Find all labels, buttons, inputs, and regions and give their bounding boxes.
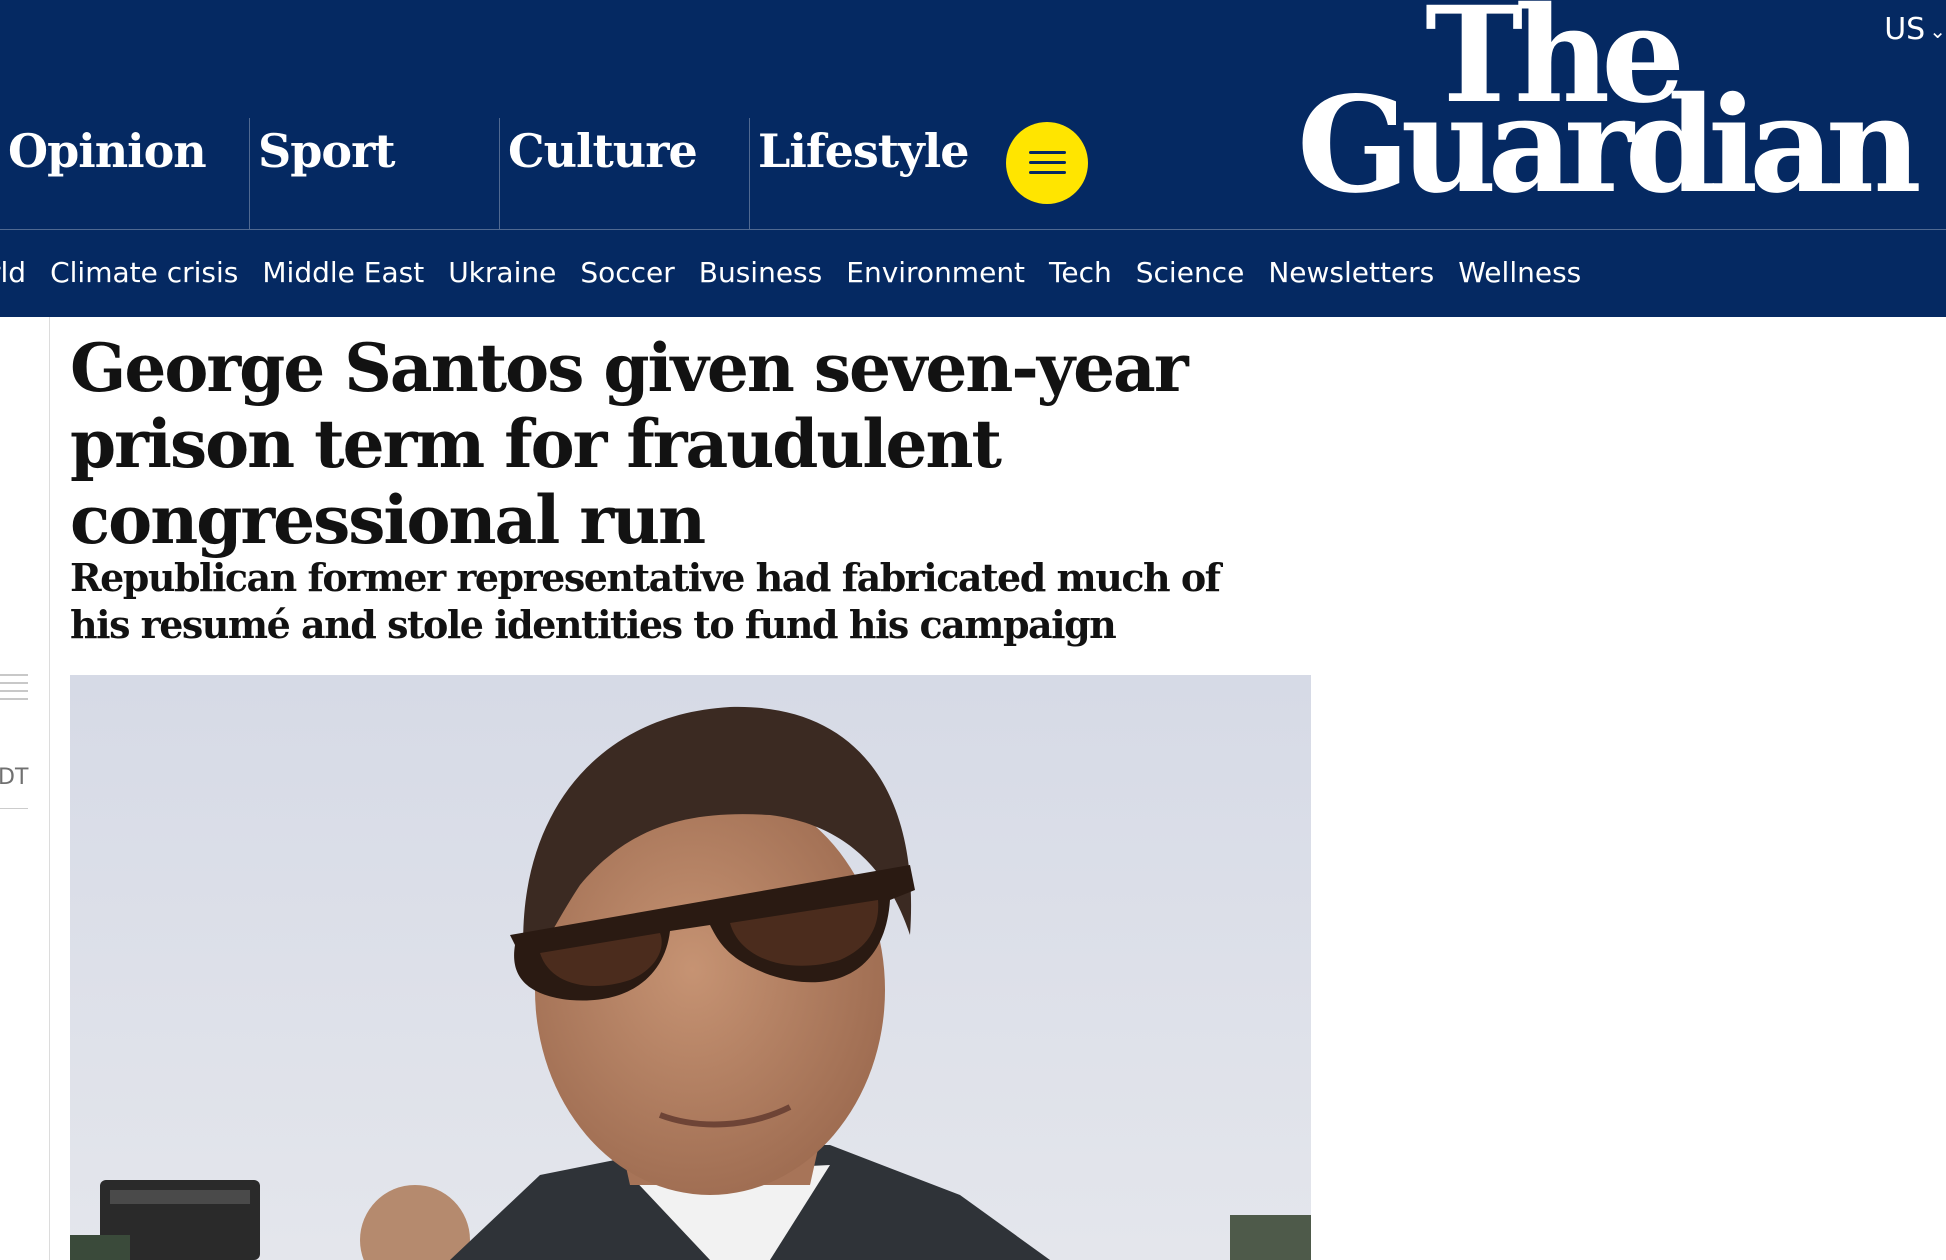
nav-divider [0, 229, 1946, 230]
pillar-lifestyle[interactable]: Lifestyle [750, 118, 1000, 230]
subnav-item-newsletters[interactable]: Newsletters [1268, 256, 1434, 300]
article-standfirst: Republican former representative had fab… [70, 555, 1221, 647]
pillar-sport[interactable]: Sport [250, 118, 500, 230]
lines-icon [0, 674, 28, 704]
pillar-culture[interactable]: Culture [500, 118, 750, 230]
subnav-item-science[interactable]: Science [1136, 256, 1245, 300]
pillar-label: Sport [258, 124, 396, 178]
masthead: US ⌄ The Guardian Opinion Sport Culture … [0, 0, 1946, 317]
subnav-item-middle-east[interactable]: Middle East [262, 256, 424, 300]
pillar-label: Culture [508, 124, 698, 178]
sub-nav: rld Climate crisis Middle East Ukraine S… [0, 256, 1605, 300]
subnav-item-wellness[interactable]: Wellness [1458, 256, 1581, 300]
pillar-nav: Opinion Sport Culture Lifestyle [0, 118, 1000, 230]
subnav-item-soccer[interactable]: Soccer [580, 256, 674, 300]
subnav-item-climate-crisis[interactable]: Climate crisis [50, 256, 238, 300]
timestamp-fragment: DT [0, 765, 29, 790]
pillar-label: Lifestyle [758, 124, 969, 178]
article-headline: George Santos given seven-year prison te… [70, 329, 1189, 559]
subnav-item-environment[interactable]: Environment [846, 256, 1025, 300]
timestamp-rule [0, 808, 28, 809]
hero-photo-illustration [70, 675, 1311, 1260]
pillar-opinion[interactable]: Opinion [0, 118, 250, 230]
menu-button[interactable] [1006, 122, 1088, 204]
subnav-item-ukraine[interactable]: Ukraine [448, 256, 556, 300]
hero-image[interactable] [70, 675, 1311, 1260]
left-column-rule [49, 317, 50, 1260]
logo-guardian: Guardian [1297, 68, 1922, 223]
subnav-item-business[interactable]: Business [699, 256, 822, 300]
pillar-label: Opinion [8, 124, 207, 178]
guardian-logo[interactable]: The Guardian [1297, 0, 1946, 228]
subnav-item-tech[interactable]: Tech [1049, 256, 1112, 300]
subnav-item-world[interactable]: rld [0, 256, 26, 300]
